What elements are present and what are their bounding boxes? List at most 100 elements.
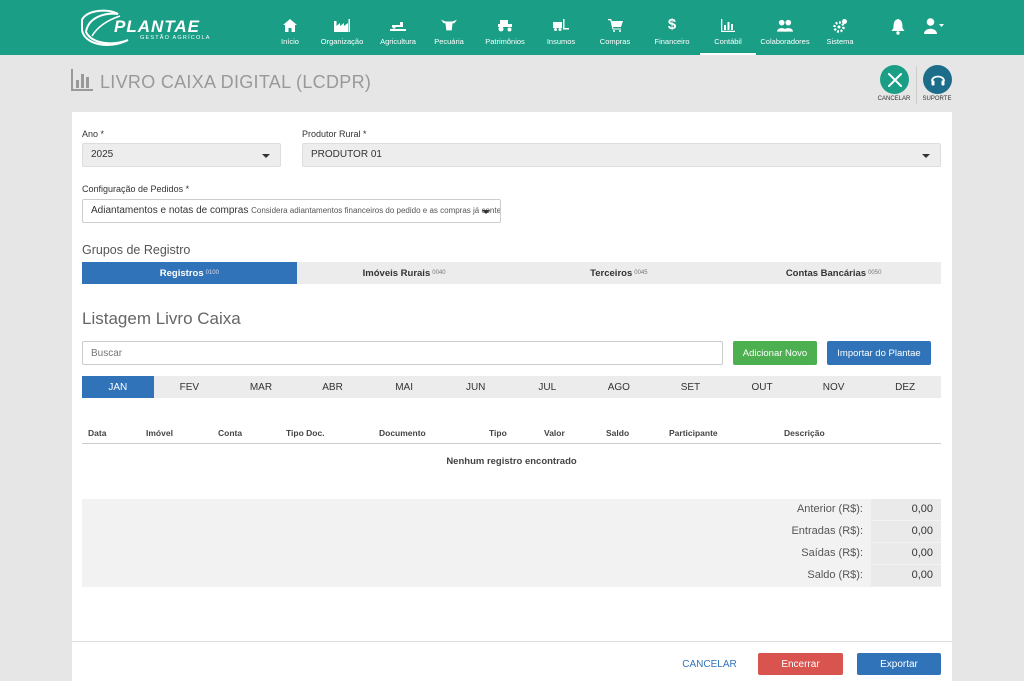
column-header[interactable]: Tipo Doc. bbox=[286, 428, 325, 438]
import-plantae-button[interactable]: Importar do Plantae bbox=[827, 341, 931, 365]
month-tab-abr[interactable]: ABR bbox=[297, 376, 369, 398]
search-input[interactable] bbox=[82, 341, 723, 365]
nav-item-contabil[interactable]: Contábil bbox=[700, 0, 756, 55]
month-tab-dez[interactable]: DEZ bbox=[869, 376, 941, 398]
dollar-icon: $ bbox=[667, 16, 677, 33]
close-icon bbox=[887, 72, 902, 87]
close-period-button[interactable]: Encerrar bbox=[758, 653, 843, 675]
chart-icon bbox=[720, 17, 736, 33]
user-menu-icon[interactable] bbox=[924, 18, 944, 34]
nav-item-pecuaria[interactable]: Pecuária bbox=[424, 0, 474, 55]
listing-title: Listagem Livro Caixa bbox=[82, 309, 241, 328]
support-button[interactable] bbox=[923, 65, 952, 94]
month-tab-out[interactable]: OUT bbox=[726, 376, 798, 398]
nav-item-compras[interactable]: Compras bbox=[586, 0, 644, 55]
ano-select[interactable]: 2025 bbox=[82, 143, 281, 167]
tab-contas-bancarias[interactable]: Contas Bancárias 0050 bbox=[726, 262, 941, 284]
column-header[interactable]: Descrição bbox=[784, 428, 825, 438]
config-select-hint: Considera adiantamentos financeiros do p… bbox=[251, 206, 501, 215]
column-header[interactable]: Tipo bbox=[489, 428, 507, 438]
produtor-select-value: PRODUTOR 01 bbox=[311, 149, 382, 160]
home-icon bbox=[282, 17, 298, 33]
table-header: Data Imóvel Conta Tipo Doc. Documento Ti… bbox=[82, 420, 941, 444]
ano-label: Ano * bbox=[82, 129, 105, 139]
forklift-icon bbox=[553, 17, 569, 33]
month-tab-nov[interactable]: NOV bbox=[798, 376, 870, 398]
config-select-value: Adiantamentos e notas de compras bbox=[91, 205, 249, 216]
cancel-circle-label: CANCELAR bbox=[877, 96, 911, 102]
caret-down-icon bbox=[262, 154, 270, 158]
total-value: 0,00 bbox=[871, 521, 941, 542]
empty-message: Nenhum registro encontrado bbox=[446, 456, 577, 467]
main-panel: Ano * 2025 Produtor Rural * PRODUTOR 01 … bbox=[72, 112, 952, 681]
cart-icon bbox=[607, 17, 623, 33]
logo-subtitle: GESTÃO AGRÍCOLA bbox=[140, 35, 211, 41]
cow-icon bbox=[441, 17, 457, 33]
tab-terceiros[interactable]: Terceiros 0045 bbox=[512, 262, 727, 284]
total-row: Saldo (R$): 0,00 bbox=[82, 565, 941, 587]
gears-icon bbox=[832, 17, 848, 33]
column-header[interactable]: Documento bbox=[379, 428, 426, 438]
month-tab-mai[interactable]: MAI bbox=[368, 376, 440, 398]
month-tab-jun[interactable]: JUN bbox=[440, 376, 512, 398]
tab-registros[interactable]: Registros 0100 bbox=[82, 262, 297, 284]
column-header[interactable]: Participante bbox=[669, 428, 718, 438]
column-header[interactable]: Saldo bbox=[606, 428, 629, 438]
tractor-field-icon bbox=[390, 17, 406, 33]
total-row: Anterior (R$): 0,00 bbox=[82, 499, 941, 521]
nav-item-colaboradores[interactable]: Colaboradores bbox=[756, 0, 814, 55]
logo-text: PLANTAE bbox=[114, 17, 201, 36]
column-header[interactable]: Data bbox=[88, 428, 106, 438]
tab-imoveis-rurais[interactable]: Imóveis Rurais 0040 bbox=[297, 262, 512, 284]
page-title: LIVRO CAIXA DIGITAL (LCDPR) bbox=[100, 72, 372, 92]
groups-tabs: Registros 0100 Imóveis Rurais 0040 Terceir… bbox=[82, 262, 941, 284]
nav-item-inicio[interactable]: Início bbox=[268, 0, 312, 55]
total-row: Entradas (R$): 0,00 bbox=[82, 521, 941, 543]
add-new-button[interactable]: Adicionar Novo bbox=[733, 341, 817, 365]
export-button[interactable]: Exportar bbox=[857, 653, 941, 675]
config-select[interactable]: Adiantamentos e notas de compras Conside… bbox=[82, 199, 501, 223]
produtor-label: Produtor Rural * bbox=[302, 129, 367, 139]
bell-icon[interactable] bbox=[891, 19, 905, 35]
caret-down-icon bbox=[922, 154, 930, 158]
month-tab-jan[interactable]: JAN bbox=[82, 376, 154, 398]
headset-icon bbox=[930, 75, 945, 85]
total-value: 0,00 bbox=[871, 499, 941, 520]
footer-divider bbox=[72, 641, 952, 642]
total-label: Entradas (R$): bbox=[791, 525, 863, 537]
main-nav: Início Organização Agricultura Pecuária … bbox=[268, 0, 866, 55]
month-tab-ago[interactable]: AGO bbox=[583, 376, 655, 398]
nav-item-organizacao[interactable]: Organização bbox=[312, 0, 372, 55]
month-tab-set[interactable]: SET bbox=[655, 376, 727, 398]
config-label: Configuração de Pedidos * bbox=[82, 184, 190, 194]
top-navbar: PLANTAE GESTÃO AGRÍCOLA Início Organizaç… bbox=[0, 0, 1024, 55]
support-label: SUPORTE bbox=[922, 96, 952, 102]
month-tabs: JAN FEV MAR ABR MAI JUN JUL AGO SET OUT … bbox=[82, 376, 941, 398]
page-chart-icon bbox=[71, 69, 93, 91]
groups-title: Grupos de Registro bbox=[82, 243, 191, 257]
column-header[interactable]: Conta bbox=[218, 428, 242, 438]
users-icon bbox=[777, 17, 793, 33]
total-label: Saldo (R$): bbox=[807, 569, 863, 581]
total-value: 0,00 bbox=[871, 543, 941, 564]
tractor-icon bbox=[497, 17, 513, 33]
nav-item-sistema[interactable]: Sistema bbox=[814, 0, 866, 55]
ano-select-value: 2025 bbox=[91, 149, 114, 160]
month-tab-jul[interactable]: JUL bbox=[511, 376, 583, 398]
caret-down-icon bbox=[482, 210, 490, 214]
total-value: 0,00 bbox=[871, 565, 941, 586]
cancel-button[interactable]: CANCELAR bbox=[677, 653, 742, 675]
nav-item-financeiro[interactable]: $ Financeiro bbox=[644, 0, 700, 55]
nav-item-patrimonios[interactable]: Patrimônios bbox=[474, 0, 536, 55]
cancel-circle-button[interactable] bbox=[880, 65, 909, 94]
month-tab-fev[interactable]: FEV bbox=[154, 376, 226, 398]
column-header[interactable]: Valor bbox=[544, 428, 565, 438]
nav-item-insumos[interactable]: Insumos bbox=[536, 0, 586, 55]
month-tab-mar[interactable]: MAR bbox=[225, 376, 297, 398]
total-label: Saídas (R$): bbox=[801, 547, 863, 559]
column-header[interactable]: Imóvel bbox=[146, 428, 173, 438]
produtor-select[interactable]: PRODUTOR 01 bbox=[302, 143, 941, 167]
nav-item-agricultura[interactable]: Agricultura bbox=[372, 0, 424, 55]
total-row: Saídas (R$): 0,00 bbox=[82, 543, 941, 565]
totals-summary: Anterior (R$): 0,00 Entradas (R$): 0,00 … bbox=[82, 499, 941, 587]
